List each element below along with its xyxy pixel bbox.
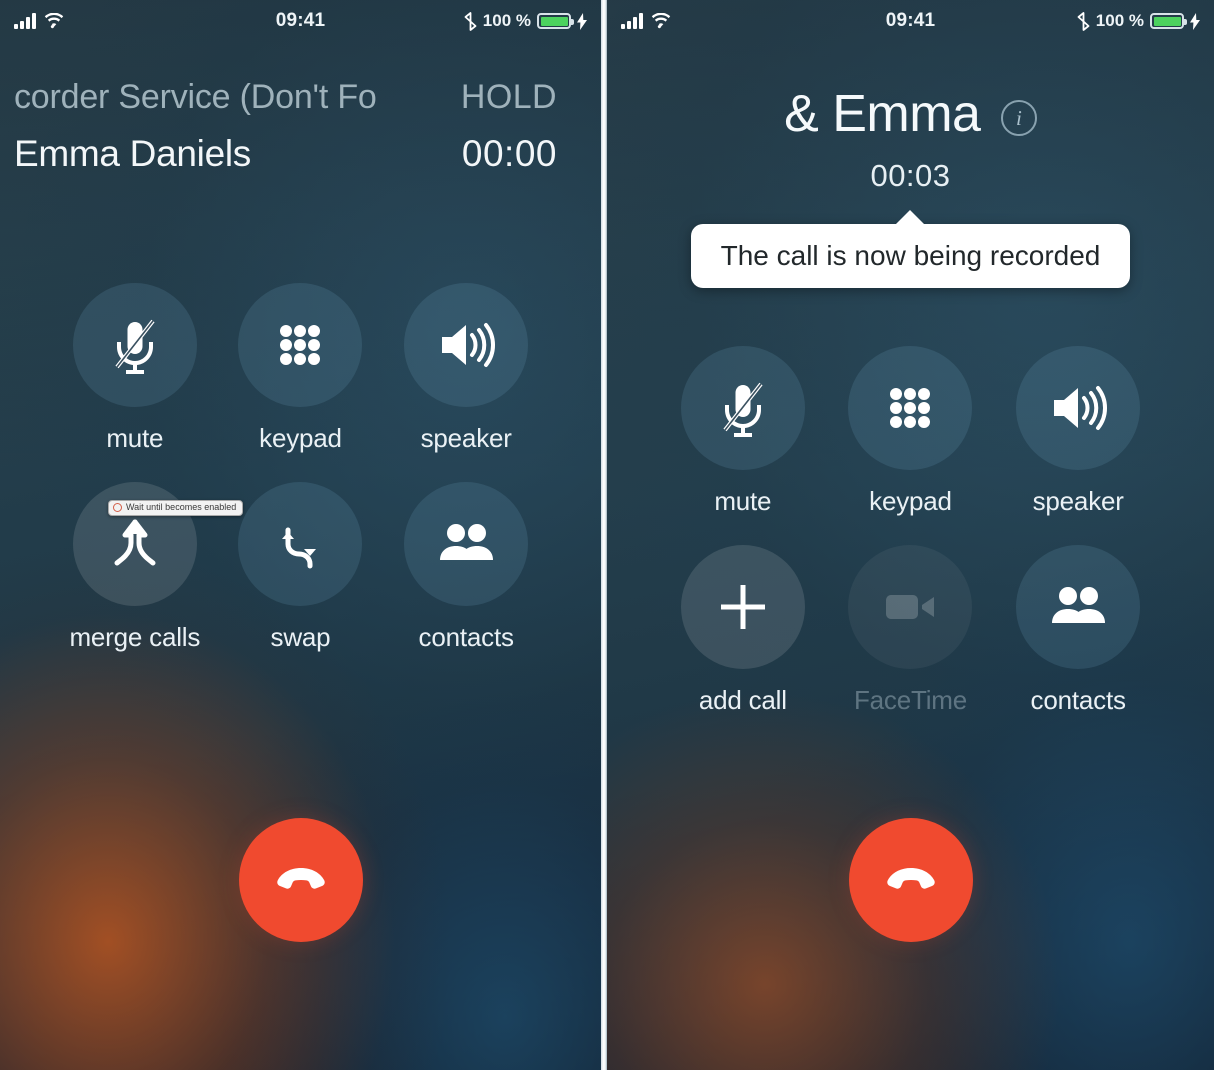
status-bar-right-group: 100 % — [1077, 11, 1200, 31]
control-speaker[interactable]: speaker — [994, 346, 1162, 517]
dual-phone-screenshot: 09:41 100 % corder Service (Don't Fo HOL… — [0, 0, 1214, 1070]
end-call-button[interactable] — [238, 818, 363, 942]
control-mute[interactable]: mute — [52, 283, 218, 454]
control-contacts[interactable]: contacts — [994, 545, 1162, 716]
contacts-button[interactable] — [404, 482, 529, 606]
speaker-label: speaker — [1032, 486, 1124, 516]
service-name-label: corder Service (Don't Fo — [14, 78, 377, 116]
conference-call-header: & Emma i 00:03 — [607, 84, 1214, 194]
warning-circle-icon — [113, 503, 122, 513]
recording-toast: The call is now being recorded — [690, 224, 1131, 288]
mute-label: mute — [714, 486, 772, 516]
contacts-people-icon — [1052, 587, 1106, 623]
plus-icon — [720, 585, 765, 629]
info-circle-icon[interactable]: i — [1000, 100, 1037, 136]
battery-percent-label: 100 % — [482, 11, 531, 30]
end-call-area — [0, 818, 601, 942]
contacts-people-icon — [440, 524, 494, 560]
call-header-row-service: corder Service (Don't Fo HOLD — [14, 78, 587, 117]
end-call-handset-icon — [886, 868, 935, 889]
keypad-label: keypad — [259, 423, 342, 453]
call-header: corder Service (Don't Fo HOLD Emma Danie… — [0, 78, 601, 175]
panel-divider — [601, 0, 607, 1070]
battery-icon — [537, 13, 574, 29]
control-speaker[interactable]: speaker — [383, 283, 549, 454]
contacts-button[interactable] — [1016, 545, 1141, 669]
mute-button[interactable] — [72, 283, 197, 407]
facetime-button-disabled — [848, 545, 973, 669]
left-phone-screen: 09:41 100 % corder Service (Don't Fo HOL… — [0, 0, 601, 1070]
facetime-video-icon — [886, 595, 935, 619]
merge-calls-label: merge calls — [69, 622, 201, 652]
speaker-volume-icon — [442, 323, 496, 367]
control-keypad[interactable]: keypad — [218, 283, 384, 454]
keypad-label: keypad — [869, 486, 952, 516]
swap-button[interactable] — [238, 482, 363, 606]
wait-tooltip-text: Wait until becomes enabled — [126, 502, 237, 512]
add-call-button[interactable] — [680, 545, 805, 669]
bluetooth-icon — [464, 11, 477, 31]
speaker-button[interactable] — [404, 283, 529, 407]
end-call-button[interactable] — [848, 818, 973, 942]
status-bar: 09:41 100 % — [0, 0, 601, 42]
control-contacts[interactable]: contacts — [383, 482, 549, 653]
call-title-label: & Emma — [784, 85, 981, 143]
speaker-label: speaker — [420, 423, 512, 453]
info-glyph: i — [1015, 105, 1022, 130]
keypad-button[interactable] — [238, 283, 363, 407]
right-phone-screen: 09:41 100 % & Emma i 00:03 The call is n… — [607, 0, 1214, 1070]
lightning-bolt-icon — [577, 12, 587, 30]
hold-status-label: HOLD — [460, 78, 557, 116]
microphone-muted-icon — [723, 382, 763, 437]
add-call-label: add call — [698, 685, 787, 715]
speaker-button[interactable] — [1016, 346, 1141, 470]
mute-button[interactable] — [680, 346, 805, 470]
control-mute[interactable]: mute — [659, 346, 827, 517]
end-call-area — [607, 818, 1214, 942]
dial-keypad-icon — [890, 388, 931, 428]
mute-label: mute — [106, 423, 164, 453]
contacts-label: contacts — [1030, 685, 1126, 715]
lightning-bolt-icon — [1190, 12, 1200, 30]
recording-toast-text: The call is now being recorded — [720, 240, 1101, 271]
call-controls-grid: mute keypad speaker merge calls swap con… — [0, 283, 601, 653]
contacts-label: contacts — [418, 622, 514, 652]
merge-calls-icon — [114, 519, 156, 566]
call-controls-grid-right: mute keypad speaker add call FaceTime co… — [607, 346, 1214, 716]
contact-name-label: Emma Daniels — [14, 133, 251, 174]
call-timer-label: 00:03 — [870, 158, 951, 193]
keypad-button[interactable] — [848, 346, 973, 470]
swap-calls-icon — [282, 527, 317, 569]
bluetooth-icon — [1077, 11, 1090, 31]
facetime-label: FaceTime — [853, 685, 967, 715]
status-bar-right-panel: 09:41 100 % — [607, 0, 1214, 42]
control-add-call[interactable]: add call — [659, 545, 827, 716]
control-facetime: FaceTime — [827, 545, 995, 716]
end-call-handset-icon — [276, 868, 325, 889]
swap-label: swap — [270, 622, 331, 652]
battery-icon — [1150, 13, 1187, 29]
speaker-volume-icon — [1054, 386, 1108, 430]
control-keypad[interactable]: keypad — [827, 346, 995, 517]
recording-toast-area: The call is now being recorded — [607, 224, 1214, 288]
dial-keypad-icon — [280, 325, 321, 365]
status-bar-right: 100 % — [464, 11, 587, 31]
microphone-muted-icon — [115, 319, 155, 374]
battery-percent-label: 100 % — [1095, 11, 1144, 30]
call-header-row-contact: Emma Daniels 00:00 — [14, 133, 587, 175]
wait-tooltip: Wait until becomes enabled — [108, 500, 244, 516]
call-timer-label: 00:00 — [461, 133, 557, 174]
